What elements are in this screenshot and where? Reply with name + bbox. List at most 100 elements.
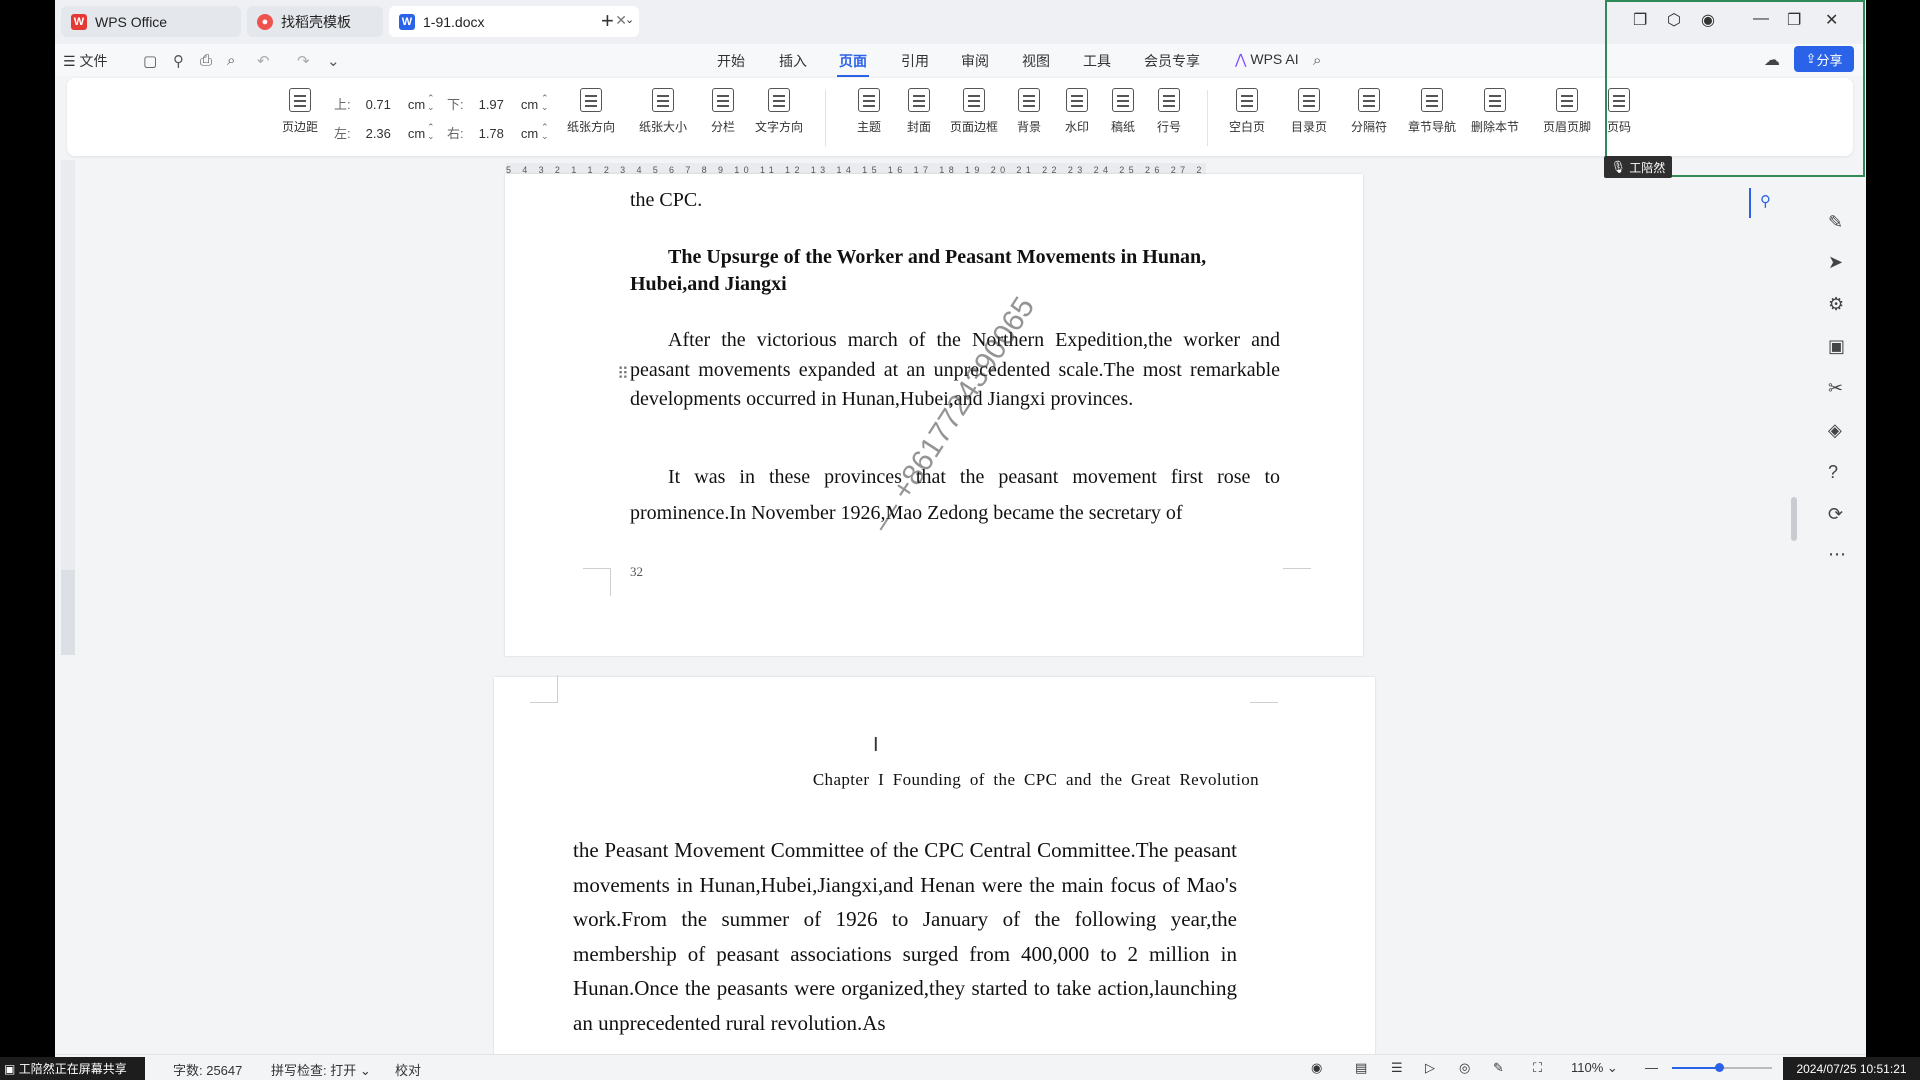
zoom-out-icon[interactable]: — xyxy=(1645,1060,1658,1075)
line-numbers-button[interactable]: 行号 xyxy=(1139,88,1199,135)
microphone-icon: 🎙 xyxy=(1610,160,1626,174)
menu-view[interactable]: 视图 xyxy=(1022,51,1050,71)
manuscript-label: 稿纸 xyxy=(1110,120,1135,134)
zoom-slider[interactable] xyxy=(1672,1063,1772,1072)
page-view-icon[interactable]: ▤ xyxy=(1355,1060,1367,1076)
vertical-scrollbar[interactable] xyxy=(1791,497,1797,541)
page-border-button[interactable]: 页面边框 xyxy=(944,88,1004,135)
search-icon[interactable]: ⌕ xyxy=(1313,52,1321,69)
tools-icon[interactable]: ✂ xyxy=(1828,378,1843,399)
columns-button[interactable]: 分栏 xyxy=(693,88,753,135)
drag-handle-icon[interactable]: ⠿ xyxy=(617,364,629,384)
margin-top-field[interactable]: 上: 0.71 cm xyxy=(334,94,425,113)
more-icon[interactable]: ⋯ xyxy=(1828,544,1846,565)
toc-page-button[interactable]: 目录页 xyxy=(1279,88,1339,135)
paragraph-text[interactable]: the CPC. xyxy=(630,186,1280,216)
menu-tools[interactable]: 工具 xyxy=(1083,51,1111,71)
zoom-level[interactable]: 110% ⌄ xyxy=(1571,1060,1618,1076)
recording-badge: 🎙 工陪然 xyxy=(1604,156,1672,178)
section-heading[interactable]: The Upsurge of the Worker and Peasant Mo… xyxy=(630,244,1280,298)
menu-membership[interactable]: 会员专享 xyxy=(1144,51,1200,71)
margin-unit: cm xyxy=(520,126,539,141)
menu-review[interactable]: 审阅 xyxy=(961,51,989,71)
pen-mode-icon[interactable]: ✎ xyxy=(1493,1060,1504,1076)
separator-button[interactable]: 分隔符 xyxy=(1339,88,1399,135)
tab-template-store[interactable]: ● 找稻壳模板 xyxy=(247,6,383,37)
select-cursor-icon[interactable]: ➤ xyxy=(1828,252,1843,273)
tab-label: WPS Office xyxy=(95,13,168,30)
text-direction-label: 文字方向 xyxy=(754,120,803,134)
help-icon[interactable]: ? xyxy=(1828,462,1838,483)
margins-button[interactable]: 页边距 xyxy=(270,88,330,135)
redo-icon[interactable]: ↷ xyxy=(297,52,310,70)
menu-page[interactable]: 页面 xyxy=(837,51,869,77)
sync-icon[interactable]: ⟳ xyxy=(1828,504,1843,525)
word-count[interactable]: 字数: 25647 xyxy=(173,1060,242,1079)
menu-references[interactable]: 引用 xyxy=(901,51,929,71)
text-direction-button[interactable]: 文字方向 xyxy=(749,88,809,135)
cover-button[interactable]: 封面 xyxy=(889,88,949,135)
margin-right-field[interactable]: 右: 1.78 cm xyxy=(447,123,538,142)
eye-protection-icon[interactable]: ◉ xyxy=(1311,1060,1322,1076)
outline-view-icon[interactable]: ☰ xyxy=(1391,1060,1403,1076)
delete-section-icon xyxy=(1484,88,1506,112)
margin-right-value[interactable]: 1.78 xyxy=(467,126,515,141)
new-tab-dropdown-icon[interactable]: ⌄ xyxy=(625,13,634,26)
header-footer-button[interactable]: 页眉页脚 xyxy=(1537,88,1597,135)
margin-left-value[interactable]: 2.36 xyxy=(354,126,402,141)
image-tool-icon[interactable]: ▣ xyxy=(1828,336,1845,357)
edit-pen-icon[interactable]: ✎ xyxy=(1828,212,1843,233)
delete-section-button[interactable]: 删除本节 xyxy=(1465,88,1525,135)
undo-icon[interactable]: ↶ xyxy=(257,52,270,70)
fit-page-icon[interactable]: ⛶ xyxy=(1533,1060,1542,1076)
margin-bottom-field[interactable]: 下: 1.97 cm xyxy=(447,94,538,113)
margin-corner-mark xyxy=(1283,568,1311,596)
margin-top-spinner[interactable]: ⌃ ⌄ xyxy=(427,94,435,112)
docer-icon: ● xyxy=(257,13,273,30)
background-label: 背景 xyxy=(1016,120,1041,134)
paragraph-text[interactable]: the Peasant Movement Committee of the CP… xyxy=(573,833,1237,1040)
location-pin-icon[interactable]: ⚲ xyxy=(1749,188,1775,218)
delete-section-label: 删除本节 xyxy=(1470,120,1519,134)
adjust-sliders-icon[interactable]: ⚙ xyxy=(1828,294,1844,315)
proofread-button[interactable]: 校对 xyxy=(395,1060,421,1079)
file-menu[interactable]: ☰ 文件 xyxy=(63,51,107,71)
cover-icon xyxy=(908,88,930,112)
ribbon-divider xyxy=(1207,90,1208,146)
print-icon[interactable]: ⎙ xyxy=(200,52,212,69)
menu-insert[interactable]: 插入 xyxy=(779,51,807,71)
toc-page-label: 目录页 xyxy=(1290,120,1327,134)
new-tab-plus-icon[interactable]: + xyxy=(601,8,614,34)
tab-wps-office[interactable]: W WPS Office xyxy=(61,6,241,37)
running-header[interactable]: Chapter I Founding of the CPC and the Gr… xyxy=(813,770,1259,790)
margin-bottom-spinner[interactable]: ⌃ ⌄ xyxy=(541,94,549,112)
play-icon[interactable]: ▷ xyxy=(1425,1060,1435,1076)
new-doc-icon[interactable]: ▢ xyxy=(143,52,157,70)
margin-unit: cm xyxy=(407,97,426,112)
margin-top-value[interactable]: 0.71 xyxy=(354,97,402,112)
columns-label: 分栏 xyxy=(710,120,735,134)
zoom-slider-handle[interactable] xyxy=(1715,1063,1724,1072)
screen-share-indicator[interactable]: ▣ 工陪然正在屏幕共享 xyxy=(0,1057,145,1080)
section-nav-button[interactable]: 章节导航 xyxy=(1402,88,1462,135)
menu-home[interactable]: 开始 xyxy=(717,51,745,71)
web-view-icon[interactable]: ◎ xyxy=(1459,1060,1470,1076)
paragraph-text[interactable]: It was in these provinces that the peasa… xyxy=(630,459,1280,531)
shape-tool-icon[interactable]: ◈ xyxy=(1828,420,1842,441)
margin-left-spinner[interactable]: ⌃ ⌄ xyxy=(427,123,435,141)
print-preview-icon[interactable]: ⌕ xyxy=(227,52,235,69)
wps-ai-button[interactable]: ⋀ WPS AI xyxy=(1235,51,1299,68)
blank-page-icon xyxy=(1236,88,1258,112)
spell-check-toggle[interactable]: 拼写检查: 打开 ⌄ xyxy=(271,1060,371,1079)
document-page[interactable]: Chapter I Founding of the CPC and the Gr… xyxy=(494,675,1375,1080)
section-nav-label: 章节导航 xyxy=(1407,120,1456,134)
paper-size-button[interactable]: 纸张大小 xyxy=(633,88,693,135)
margin-bottom-value[interactable]: 1.97 xyxy=(467,97,515,112)
margin-right-spinner[interactable]: ⌃ ⌄ xyxy=(541,123,549,141)
quick-access-dropdown-icon[interactable]: ⌄ xyxy=(327,52,340,70)
margin-left-field[interactable]: 左: 2.36 cm xyxy=(334,123,425,142)
blank-page-button[interactable]: 空白页 xyxy=(1217,88,1277,135)
share-link-icon[interactable]: ⚲ xyxy=(173,52,184,70)
orientation-button[interactable]: 纸张方向 xyxy=(561,88,621,135)
margin-left-label: 左: xyxy=(334,126,351,141)
